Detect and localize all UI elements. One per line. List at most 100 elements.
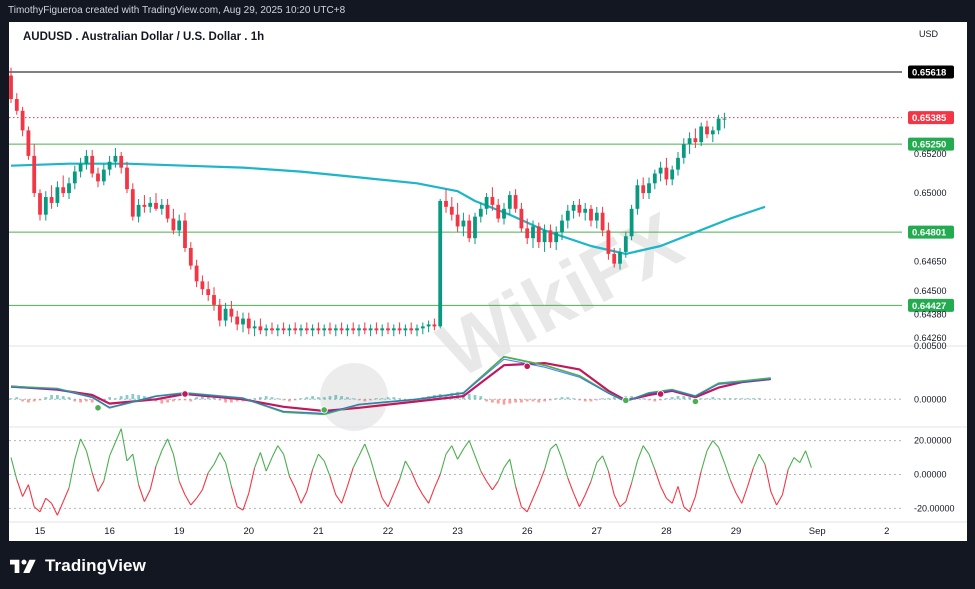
candle-body [223, 308, 228, 321]
macd-histogram-bar [322, 397, 326, 400]
candle-body [565, 210, 570, 221]
macd-histogram-bar [160, 399, 164, 404]
time-tick-label: 23 [452, 526, 463, 537]
rsi-segment [341, 486, 348, 504]
rsi-segment [764, 464, 772, 492]
candle-body [351, 328, 356, 331]
candle-body [304, 328, 309, 331]
candle-body [206, 289, 211, 296]
rsi-segment [178, 481, 186, 496]
macd-histogram-bar [108, 397, 111, 400]
candle [101, 163, 106, 186]
candle [357, 324, 361, 337]
rsi-segment [770, 491, 778, 506]
macd-histogram-bar [595, 399, 599, 401]
rsi-segment [677, 486, 685, 507]
rsi-segment [404, 460, 412, 472]
rsi-segment [306, 469, 314, 492]
price-tick-label: 0.65200 [914, 149, 947, 159]
rsi-segment [51, 503, 58, 516]
time-tick-label: 2 [884, 526, 889, 537]
rsi-segment [462, 440, 470, 450]
macd-cross-marker [656, 390, 665, 398]
rsi-segment [236, 506, 244, 511]
rsi-segment [387, 492, 395, 507]
candle [415, 324, 419, 337]
price-tick-label: 0.64650 [914, 257, 947, 267]
candle-body [519, 208, 524, 229]
rsi-segment [155, 450, 163, 467]
candle [507, 191, 512, 215]
candle-body [67, 183, 71, 194]
macd-histogram-bar [549, 399, 552, 401]
candle-body [235, 316, 240, 325]
candle-body [362, 328, 367, 331]
candle [565, 204, 570, 229]
macd-histogram-bar [50, 395, 53, 400]
candle [478, 202, 483, 223]
rsi-segment [491, 480, 499, 491]
candle [26, 126, 31, 160]
rsi-segment [503, 458, 511, 469]
candle-body [49, 197, 54, 203]
macd-histogram-bar [601, 398, 604, 400]
rsi-segment [532, 484, 540, 499]
candle [351, 322, 356, 335]
rsi-segment [793, 457, 801, 464]
macd-histogram-bar [647, 399, 651, 401]
rsi-segment [573, 492, 580, 507]
macd-histogram-bar [288, 399, 291, 402]
chart-panel[interactable]: WikiFX 0.65618 0.65250 0.64801 0.64427 0.653… [9, 22, 967, 541]
candle-body [287, 328, 292, 331]
rsi-segment [10, 457, 18, 480]
rsi-segment [45, 497, 52, 504]
candle [589, 204, 593, 227]
rsi-segment [335, 494, 343, 504]
macd-histogram-bar [61, 396, 65, 400]
candle [281, 322, 286, 335]
rsi-segment [22, 484, 29, 497]
candle [391, 324, 396, 337]
rsi-segment [613, 494, 621, 507]
rsi-segment [752, 453, 760, 468]
time-tick-label: 22 [383, 526, 394, 537]
candle [212, 287, 216, 311]
rsi-segment [230, 486, 238, 507]
macd-histogram-bar [757, 398, 761, 400]
candle [658, 161, 663, 182]
candle [38, 189, 42, 221]
rsi-segment [219, 452, 227, 463]
candle [136, 199, 141, 223]
candle-body [339, 328, 344, 331]
candle-body [710, 130, 715, 135]
candle [681, 138, 686, 164]
candle [676, 151, 680, 176]
tradingview-brand[interactable]: TradingView [10, 556, 146, 576]
macd-histogram-bar [740, 398, 744, 400]
candle-body [577, 204, 582, 213]
candle-body [229, 308, 234, 317]
candle-body [438, 200, 443, 327]
macd-histogram-bar [670, 397, 674, 400]
candle [72, 165, 77, 190]
macd-histogram-bar [572, 398, 575, 400]
rsi-segment [132, 454, 140, 485]
macd-histogram-bar [270, 397, 274, 400]
rsi-segment [352, 455, 360, 468]
rsi-segment [346, 467, 354, 487]
macd-cross-marker [181, 390, 189, 398]
rsi-segment [712, 440, 720, 448]
price-tick-label: 0.64500 [914, 286, 947, 296]
macd-tick-label: 0.00500 [914, 341, 947, 351]
candle [339, 322, 344, 335]
rsi-segment [619, 501, 627, 508]
candle-body [449, 206, 454, 215]
chart-svg[interactable]: WikiFX 0.656180.652500.648010.644270.653… [9, 22, 967, 541]
rsi-segment [143, 489, 151, 502]
candle-body [38, 193, 42, 215]
candle [473, 212, 477, 245]
candle-body [560, 220, 564, 233]
macd-histogram-bar [125, 395, 129, 400]
rsi-segment [283, 454, 290, 477]
candle-body [258, 326, 263, 331]
